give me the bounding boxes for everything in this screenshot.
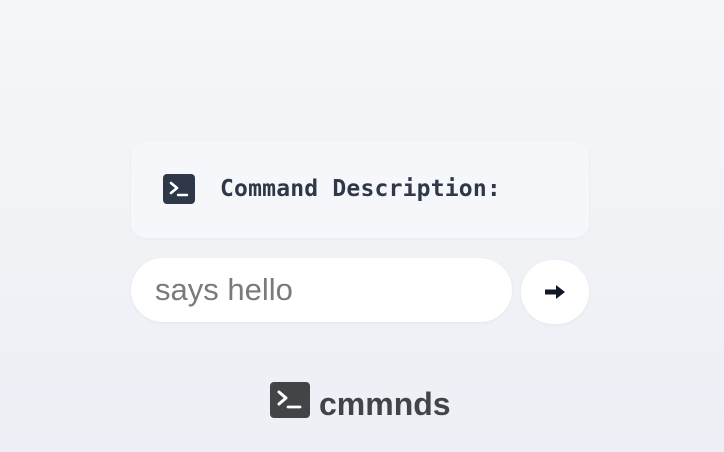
- submit-button[interactable]: [521, 260, 589, 324]
- command-input-wrapper: [131, 258, 512, 322]
- command-description-card: Command Description:: [131, 142, 589, 238]
- terminal-icon: [270, 382, 310, 418]
- brand-name: cmmnds: [319, 386, 451, 422]
- command-description-label: Command Description:: [220, 176, 501, 202]
- command-input[interactable]: [155, 258, 495, 322]
- terminal-icon: [163, 174, 195, 204]
- arrow-right-icon: [545, 285, 565, 299]
